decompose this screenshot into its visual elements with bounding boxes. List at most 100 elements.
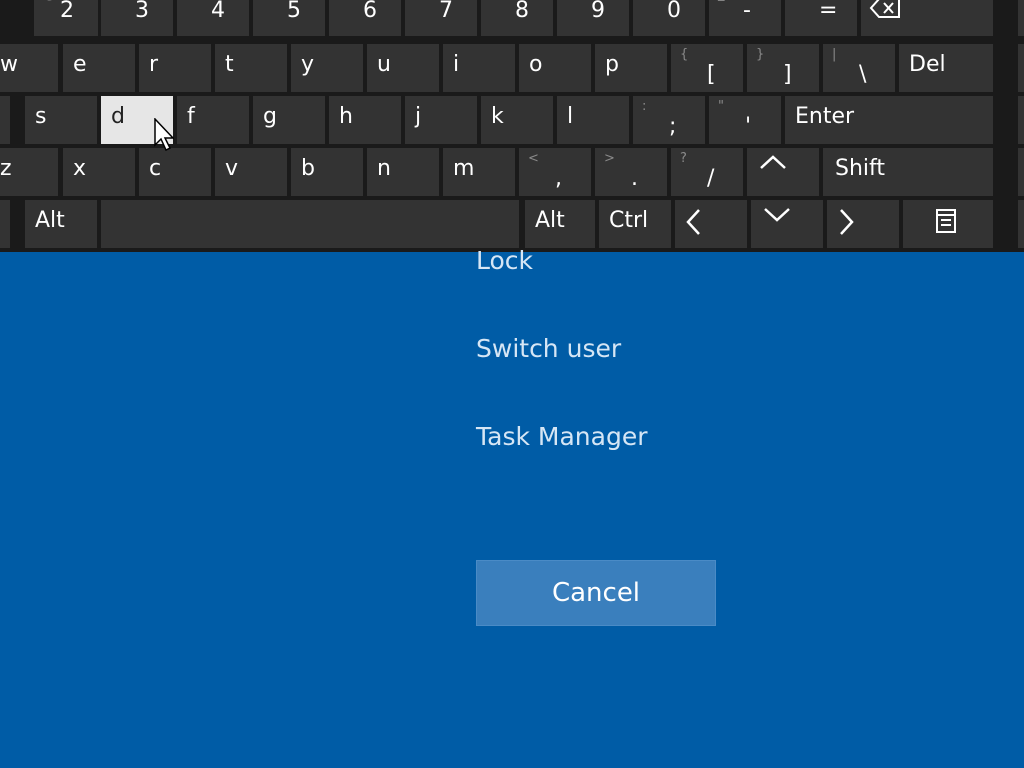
- key-v[interactable]: v: [215, 148, 287, 196]
- key-label: e: [73, 52, 87, 77]
- key-ctrl-left[interactable]: [0, 200, 10, 248]
- key-quote[interactable]: " ': [709, 96, 781, 144]
- key-o[interactable]: o: [519, 44, 591, 92]
- key-open-bracket[interactable]: { [: [671, 44, 743, 92]
- side-key[interactable]: [1018, 96, 1024, 144]
- key-l[interactable]: l: [557, 96, 629, 144]
- side-key[interactable]: [1018, 200, 1024, 248]
- key-label: b: [301, 156, 315, 181]
- key-space[interactable]: [101, 200, 519, 248]
- key-up-arrow[interactable]: [747, 148, 819, 196]
- key-7[interactable]: & 7: [405, 0, 477, 36]
- key-m[interactable]: m: [443, 148, 515, 196]
- key-label: x: [73, 156, 87, 181]
- key-5[interactable]: % 5: [253, 0, 325, 36]
- key-equals[interactable]: + =: [785, 0, 857, 36]
- key-backslash[interactable]: | \: [823, 44, 895, 92]
- side-key[interactable]: [1018, 148, 1024, 196]
- key-semicolon[interactable]: : ;: [633, 96, 705, 144]
- key-shift[interactable]: Shift: [823, 148, 993, 196]
- key-p[interactable]: p: [595, 44, 667, 92]
- key-9[interactable]: ( 9: [557, 0, 629, 36]
- key-z[interactable]: z: [0, 148, 58, 196]
- key-minus[interactable]: _ -: [709, 0, 781, 36]
- key-alt-left[interactable]: Alt: [25, 200, 97, 248]
- key-label: 2: [60, 0, 74, 23]
- key-label: i: [453, 52, 460, 77]
- side-key-top[interactable]: [1018, 0, 1024, 36]
- key-0[interactable]: ) 0: [633, 0, 705, 36]
- key-label: ;: [669, 114, 677, 139]
- key-e[interactable]: e: [63, 44, 135, 92]
- key-menu[interactable]: [903, 200, 993, 248]
- key-shift-label: @: [43, 0, 56, 2]
- key-3[interactable]: # 3: [101, 0, 173, 36]
- key-label: u: [377, 52, 391, 77]
- switch-user-option[interactable]: Switch user: [476, 334, 621, 364]
- key-slash[interactable]: ? /: [671, 148, 743, 196]
- key-label: 4: [211, 0, 225, 23]
- key-shift-label: <: [528, 151, 539, 166]
- key-t[interactable]: t: [215, 44, 287, 92]
- key-w[interactable]: w: [0, 44, 58, 92]
- key-j[interactable]: j: [405, 96, 477, 144]
- key-d[interactable]: d: [101, 96, 173, 144]
- key-y[interactable]: y: [291, 44, 363, 92]
- key-a[interactable]: [0, 96, 10, 144]
- key-ctrl-right[interactable]: Ctrl: [599, 200, 671, 248]
- key-del[interactable]: Del: [899, 44, 993, 92]
- key-label: v: [225, 156, 239, 181]
- context-menu-icon: [936, 209, 956, 233]
- key-alt-right[interactable]: Alt: [525, 200, 595, 248]
- key-down-arrow[interactable]: [751, 200, 823, 248]
- key-label: Ctrl: [609, 208, 649, 233]
- key-s[interactable]: s: [25, 96, 97, 144]
- key-c[interactable]: c: [139, 148, 211, 196]
- key-x[interactable]: x: [63, 148, 135, 196]
- key-label: .: [631, 166, 638, 191]
- task-manager-option[interactable]: Task Manager: [476, 422, 647, 452]
- key-label: c: [149, 156, 162, 181]
- key-label: 8: [515, 0, 529, 23]
- arrow-left-icon: [686, 209, 700, 235]
- key-label: w: [0, 52, 18, 77]
- side-key[interactable]: [1018, 44, 1024, 92]
- key-h[interactable]: h: [329, 96, 401, 144]
- key-shift-label: |: [832, 47, 837, 62]
- key-shift-label: ": [718, 99, 724, 114]
- key-shift-label: :: [642, 99, 647, 114]
- key-g[interactable]: g: [253, 96, 325, 144]
- key-label: y: [301, 52, 315, 77]
- key-shift-label: ^: [338, 0, 349, 2]
- key-label: l: [567, 104, 574, 129]
- key-shift-label: {: [680, 47, 689, 62]
- key-close-bracket[interactable]: } ]: [747, 44, 819, 92]
- key-label: j: [415, 104, 422, 129]
- key-n[interactable]: n: [367, 148, 439, 196]
- key-4[interactable]: $ 4: [177, 0, 249, 36]
- key-i[interactable]: i: [443, 44, 515, 92]
- arrow-right-icon: [840, 209, 854, 235]
- cancel-button[interactable]: Cancel: [476, 560, 716, 626]
- key-comma[interactable]: < ,: [519, 148, 591, 196]
- key-right-arrow[interactable]: [827, 200, 899, 248]
- key-k[interactable]: k: [481, 96, 553, 144]
- key-6[interactable]: ^ 6: [329, 0, 401, 36]
- key-left-arrow[interactable]: [675, 200, 747, 248]
- key-backspace[interactable]: [861, 0, 993, 36]
- key-label: ': [745, 114, 752, 139]
- key-u[interactable]: u: [367, 44, 439, 92]
- key-shift-label: (: [566, 0, 571, 2]
- key-r[interactable]: r: [139, 44, 211, 92]
- lock-option[interactable]: Lock: [476, 246, 533, 276]
- key-label: h: [339, 104, 353, 129]
- key-f[interactable]: f: [177, 96, 249, 144]
- key-b[interactable]: b: [291, 148, 363, 196]
- key-label: Del: [909, 52, 946, 77]
- key-2[interactable]: @ 2: [34, 0, 98, 36]
- key-period[interactable]: > .: [595, 148, 667, 196]
- key-8[interactable]: * 8: [481, 0, 553, 36]
- key-label: n: [377, 156, 391, 181]
- key-enter[interactable]: Enter: [785, 96, 993, 144]
- key-label: Alt: [535, 208, 565, 233]
